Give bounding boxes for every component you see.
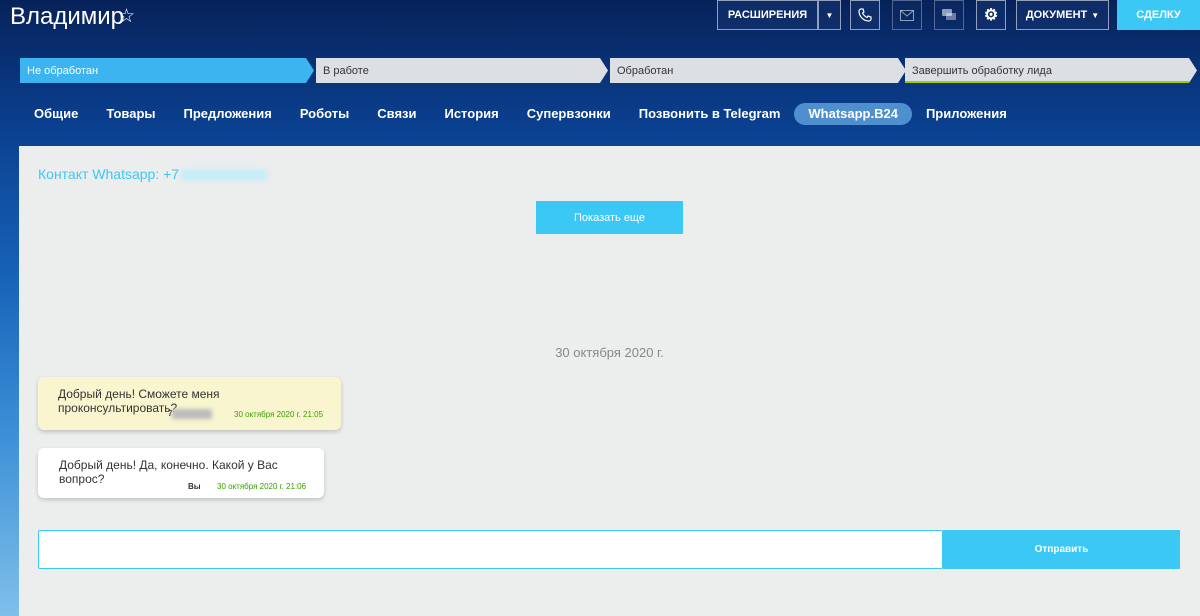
tab-bar: Общие Товары Предложения Роботы Связи Ис… (20, 103, 1021, 125)
redacted-phone (181, 169, 268, 182)
message-composer: Отправить (38, 530, 1180, 569)
send-button[interactable]: Отправить (943, 530, 1180, 569)
stage-in-work[interactable]: В работе (316, 58, 608, 83)
show-more-button[interactable]: Показать еще (536, 201, 683, 234)
stage-not-processed[interactable]: Не обработан (20, 58, 314, 83)
incoming-message: Добрый день! Сможете меня проконсультиро… (38, 377, 341, 430)
phone-icon (858, 8, 872, 22)
date-separator: 30 октября 2020 г. (555, 345, 664, 360)
message-sender: 7 (168, 409, 213, 419)
stage-processed[interactable]: Обработан (610, 58, 906, 83)
outgoing-message: Добрый день! Да, конечно. Какой у Вас во… (38, 448, 324, 498)
stage-bar: Не обработан В работе Обработан Завершит… (20, 58, 1197, 83)
tab-whatsapp-b24[interactable]: Whatsapp.B24 (794, 103, 912, 125)
chevron-down-icon: ▼ (1091, 10, 1100, 20)
document-button[interactable]: ДОКУМЕНТ ▼ (1016, 0, 1109, 30)
page-title: Владимир (10, 3, 125, 30)
redacted-sender (172, 409, 213, 419)
whatsapp-contact: Контакт Whatsapp: +7 (38, 166, 268, 182)
tab-robots[interactable]: Роботы (286, 103, 363, 125)
tab-history[interactable]: История (430, 103, 512, 125)
chat-panel: Контакт Whatsapp: +7 Показать еще 30 окт… (19, 146, 1200, 616)
top-bar: Владимир ☆ РАСШИРЕНИЯ ▼ ⚙ ДОКУМЕНТ ▼ СДЕ… (0, 0, 1200, 60)
message-time: 30 октября 2020 г. 21:05 (234, 410, 324, 419)
contact-label: Контакт Whatsapp: +7 (38, 166, 180, 182)
chat-button[interactable] (934, 0, 964, 30)
settings-button[interactable]: ⚙ (976, 0, 1006, 30)
call-button[interactable] (850, 0, 880, 30)
tab-products[interactable]: Товары (92, 103, 169, 125)
create-deal-button[interactable]: СДЕЛКУ (1117, 0, 1200, 30)
document-label: ДОКУМЕНТ (1025, 9, 1088, 21)
stage-finish-lead[interactable]: Завершить обработку лида (905, 58, 1197, 83)
tab-offers[interactable]: Предложения (170, 103, 286, 125)
tab-general[interactable]: Общие (20, 103, 92, 125)
message-input[interactable] (38, 530, 943, 569)
email-button[interactable] (892, 0, 922, 30)
chat-icon (942, 8, 956, 20)
tab-links[interactable]: Связи (363, 103, 430, 125)
gear-icon: ⚙ (983, 7, 999, 24)
tab-applications[interactable]: Приложения (912, 103, 1021, 125)
tab-supercalls[interactable]: Супервзонки (513, 103, 625, 125)
chevron-down-icon: ▼ (825, 10, 834, 20)
star-icon[interactable]: ☆ (118, 5, 135, 28)
extensions-button[interactable]: РАСШИРЕНИЯ (717, 0, 818, 30)
tab-call-telegram[interactable]: Позвонить в Telegram (625, 103, 795, 125)
mail-icon (900, 9, 914, 21)
message-sender: Вы (188, 482, 201, 491)
extensions-dropdown-button[interactable]: ▼ (818, 0, 841, 30)
message-time: 30 октября 2020 г. 21:06 (217, 482, 307, 491)
